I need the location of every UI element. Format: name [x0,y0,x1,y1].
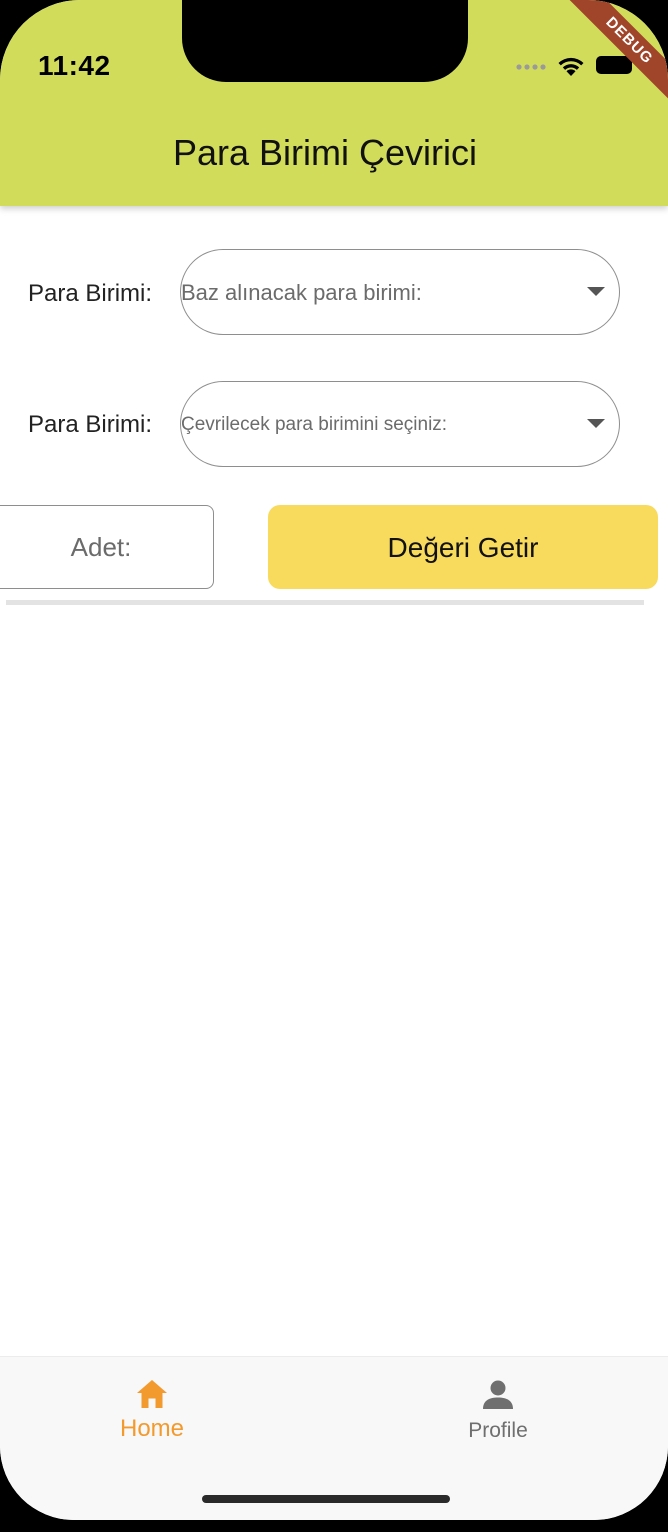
base-currency-label: Para Birimi: [28,280,153,307]
battery-icon [596,56,632,74]
chevron-down-icon [587,287,605,296]
nav-label-home: Home [119,1415,185,1442]
amount-input[interactable]: Adet: [0,505,214,589]
nav-item-home[interactable]: Home [52,1357,252,1467]
target-currency-hint: Çevrilecek para birimini seçiniz: [181,414,448,435]
target-currency-dropdown[interactable]: Çevrilecek para birimini seçiniz: [180,381,620,467]
amount-placeholder: Adet: [70,532,132,562]
chevron-down-icon [587,419,605,428]
home-indicator[interactable] [202,1495,450,1503]
progress-indicator [6,600,644,605]
app-title: Para Birimi Çevirici [172,132,478,173]
target-currency-label: Para Birimi: [28,411,153,438]
person-icon [483,1380,513,1409]
device-notch [182,0,468,82]
base-currency-hint: Baz alınacak para birimi: [181,280,422,305]
phone-screen: 11:42 Para Birimi Çevirici DEBUG Para Bi… [0,0,668,1520]
status-time: 11:42 [38,50,111,81]
home-icon [137,1380,167,1408]
cellular-signal-icon [516,64,546,70]
fetch-value-button[interactable]: Değeri Getir [268,505,658,589]
base-currency-dropdown[interactable]: Baz alınacak para birimi: [180,249,620,335]
wifi-icon [558,57,584,76]
nav-item-profile[interactable]: Profile [398,1357,598,1467]
nav-label-profile: Profile [468,1419,528,1442]
